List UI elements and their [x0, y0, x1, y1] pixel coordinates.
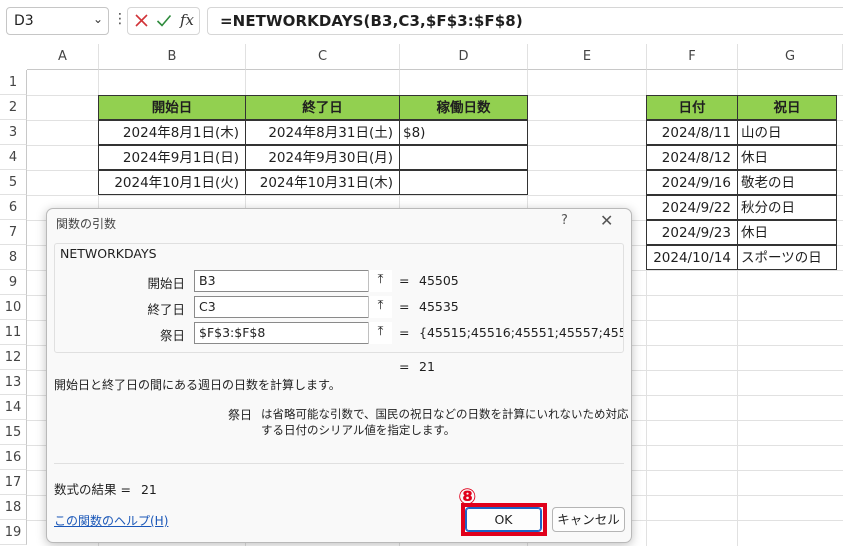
chevron-down-icon[interactable]: ⌄ [93, 12, 103, 26]
column-header-a[interactable]: A [27, 44, 99, 70]
row-header-15[interactable]: 15 [0, 420, 27, 445]
confirm-formula-icon[interactable] [156, 13, 172, 32]
cell-f3[interactable]: 2024/8/11 [646, 120, 738, 145]
divider [54, 463, 624, 464]
name-box[interactable]: D3 ⌄ [6, 7, 109, 35]
cell-b3[interactable]: 2024年8月1日(木) [98, 120, 246, 145]
function-description: 開始日と終了日の間にある週日の日数を計算します。 [54, 378, 341, 392]
arg-input-start-date[interactable]: B3 [194, 270, 392, 292]
function-arguments-dialog: 関数の引数 ? ✕ NETWORKDAYS 開始日 B3 ⤒ = 45505 終… [46, 208, 632, 543]
equals-sign: = [399, 359, 410, 374]
arg-result-holidays: {45515;45516;45551;45557;4555 [419, 325, 623, 340]
column-headers: A B C D E F G [0, 44, 843, 70]
cell-d4[interactable] [399, 145, 528, 170]
arg-value-start-date: B3 [199, 273, 216, 288]
row-header-9[interactable]: 9 [0, 270, 27, 295]
param-name: 祭日 [228, 408, 253, 422]
arg-value-end-date: C3 [199, 299, 216, 314]
cell-g3[interactable]: 山の日 [737, 120, 837, 145]
ok-button[interactable]: OK [465, 507, 542, 532]
header-holiday[interactable]: 祝日 [737, 95, 837, 120]
row-header-18[interactable]: 18 [0, 495, 27, 520]
formula-result: 数式の結果 = 21 [54, 479, 157, 498]
row-header-6[interactable]: 6 [0, 195, 27, 220]
formula-input[interactable]: =NETWORKDAYS(B3,C3,$F$3:$F$8) [207, 7, 843, 35]
column-header-f[interactable]: F [647, 44, 738, 70]
row-header-7[interactable]: 7 [0, 220, 27, 245]
arg-value-holidays: $F$3:$F$8 [199, 325, 266, 340]
header-work-days[interactable]: 稼働日数 [399, 95, 528, 120]
row-header-12[interactable]: 12 [0, 345, 27, 370]
cell-c3[interactable]: 2024年8月31日(土) [245, 120, 400, 145]
cell-d5[interactable] [399, 170, 528, 195]
arg-label-start-date: 開始日 [147, 276, 185, 291]
collapse-dialog-icon[interactable]: ⤒ [368, 322, 392, 344]
row-header-3[interactable]: 3 [0, 120, 27, 145]
cell-f8[interactable]: 2024/10/14 [646, 245, 738, 270]
more-options-icon[interactable]: ⋮ [113, 11, 127, 27]
arg-input-holidays[interactable]: $F$3:$F$8 [194, 322, 392, 344]
close-icon[interactable]: ✕ [600, 211, 613, 230]
row-header-11[interactable]: 11 [0, 320, 27, 345]
header-start-date[interactable]: 開始日 [98, 95, 246, 120]
formula-text: =NETWORKDAYS(B3,C3,$F$3:$F$8) [220, 12, 523, 30]
help-icon[interactable]: ? [561, 213, 568, 228]
function-name: NETWORKDAYS [59, 246, 158, 261]
formula-bar: D3 ⌄ ⋮ fx =NETWORKDAYS(B3,C3,$F$3:$F$8) [0, 0, 843, 42]
name-box-value: D3 [14, 13, 34, 29]
row-header-19[interactable]: 19 [0, 520, 27, 545]
cell-c4[interactable]: 2024年9月30日(月) [245, 145, 400, 170]
arg-label-holidays: 祭日 [159, 328, 185, 343]
row-header-10[interactable]: 10 [0, 295, 27, 320]
cell-b4[interactable]: 2024年9月1日(日) [98, 145, 246, 170]
header-date[interactable]: 日付 [646, 95, 738, 120]
cell-f5[interactable]: 2024/9/16 [646, 170, 738, 195]
arg-result-start-date: 45505 [419, 273, 459, 288]
cancel-button[interactable]: キャンセル [552, 507, 625, 532]
dialog-title: 関数の引数 [56, 217, 117, 231]
header-end-date[interactable]: 終了日 [245, 95, 400, 120]
cell-g5[interactable]: 敬老の日 [737, 170, 837, 195]
row-header-5[interactable]: 5 [0, 170, 27, 195]
cell-b5[interactable]: 2024年10月1日(火) [98, 170, 246, 195]
arg-input-end-date[interactable]: C3 [194, 296, 392, 318]
column-header-c[interactable]: C [246, 44, 400, 70]
equals-sign: = [399, 325, 410, 340]
arg-result-end-date: 45535 [419, 299, 459, 314]
column-header-b[interactable]: B [99, 44, 246, 70]
cell-d3[interactable]: $8) [399, 120, 528, 145]
equals-sign: = [399, 273, 410, 288]
formula-buttons: fx [127, 7, 200, 35]
cell-f4[interactable]: 2024/8/12 [646, 145, 738, 170]
function-help-link[interactable]: この関数のヘルプ(H) [54, 512, 168, 529]
cell-g7[interactable]: 休日 [737, 220, 837, 245]
cell-g6[interactable]: 秋分の日 [737, 195, 837, 220]
row-header-17[interactable]: 17 [0, 470, 27, 495]
param-description: は省略可能な引数で、国民の祝日などの日数を計算にいれないため対応する日付のシリア… [261, 407, 629, 437]
inline-formula-result: 21 [419, 359, 435, 374]
formula-result-value: 21 [140, 482, 157, 497]
collapse-dialog-icon[interactable]: ⤒ [368, 296, 392, 318]
column-header-g[interactable]: G [738, 44, 843, 70]
formula-result-label: 数式の結果 = [54, 482, 131, 497]
row-header-2[interactable]: 2 [0, 95, 27, 120]
collapse-dialog-icon[interactable]: ⤒ [368, 270, 392, 292]
insert-function-icon[interactable]: fx [180, 11, 194, 29]
column-header-e[interactable]: E [528, 44, 647, 70]
equals-sign: = [399, 299, 410, 314]
column-header-d[interactable]: D [400, 44, 528, 70]
cell-g8[interactable]: スポーツの日 [737, 245, 837, 270]
cell-f7[interactable]: 2024/9/23 [646, 220, 738, 245]
cell-f6[interactable]: 2024/9/22 [646, 195, 738, 220]
row-header-16[interactable]: 16 [0, 445, 27, 470]
row-header-14[interactable]: 14 [0, 395, 27, 420]
cell-c5[interactable]: 2024年10月31日(木) [245, 170, 400, 195]
cell-g4[interactable]: 休日 [737, 145, 837, 170]
cancel-formula-icon[interactable] [134, 13, 149, 32]
row-header-1[interactable]: 1 [0, 70, 27, 95]
row-header-4[interactable]: 4 [0, 145, 27, 170]
row-header-13[interactable]: 13 [0, 370, 27, 395]
row-header-8[interactable]: 8 [0, 245, 27, 270]
arg-label-end-date: 終了日 [147, 302, 185, 317]
